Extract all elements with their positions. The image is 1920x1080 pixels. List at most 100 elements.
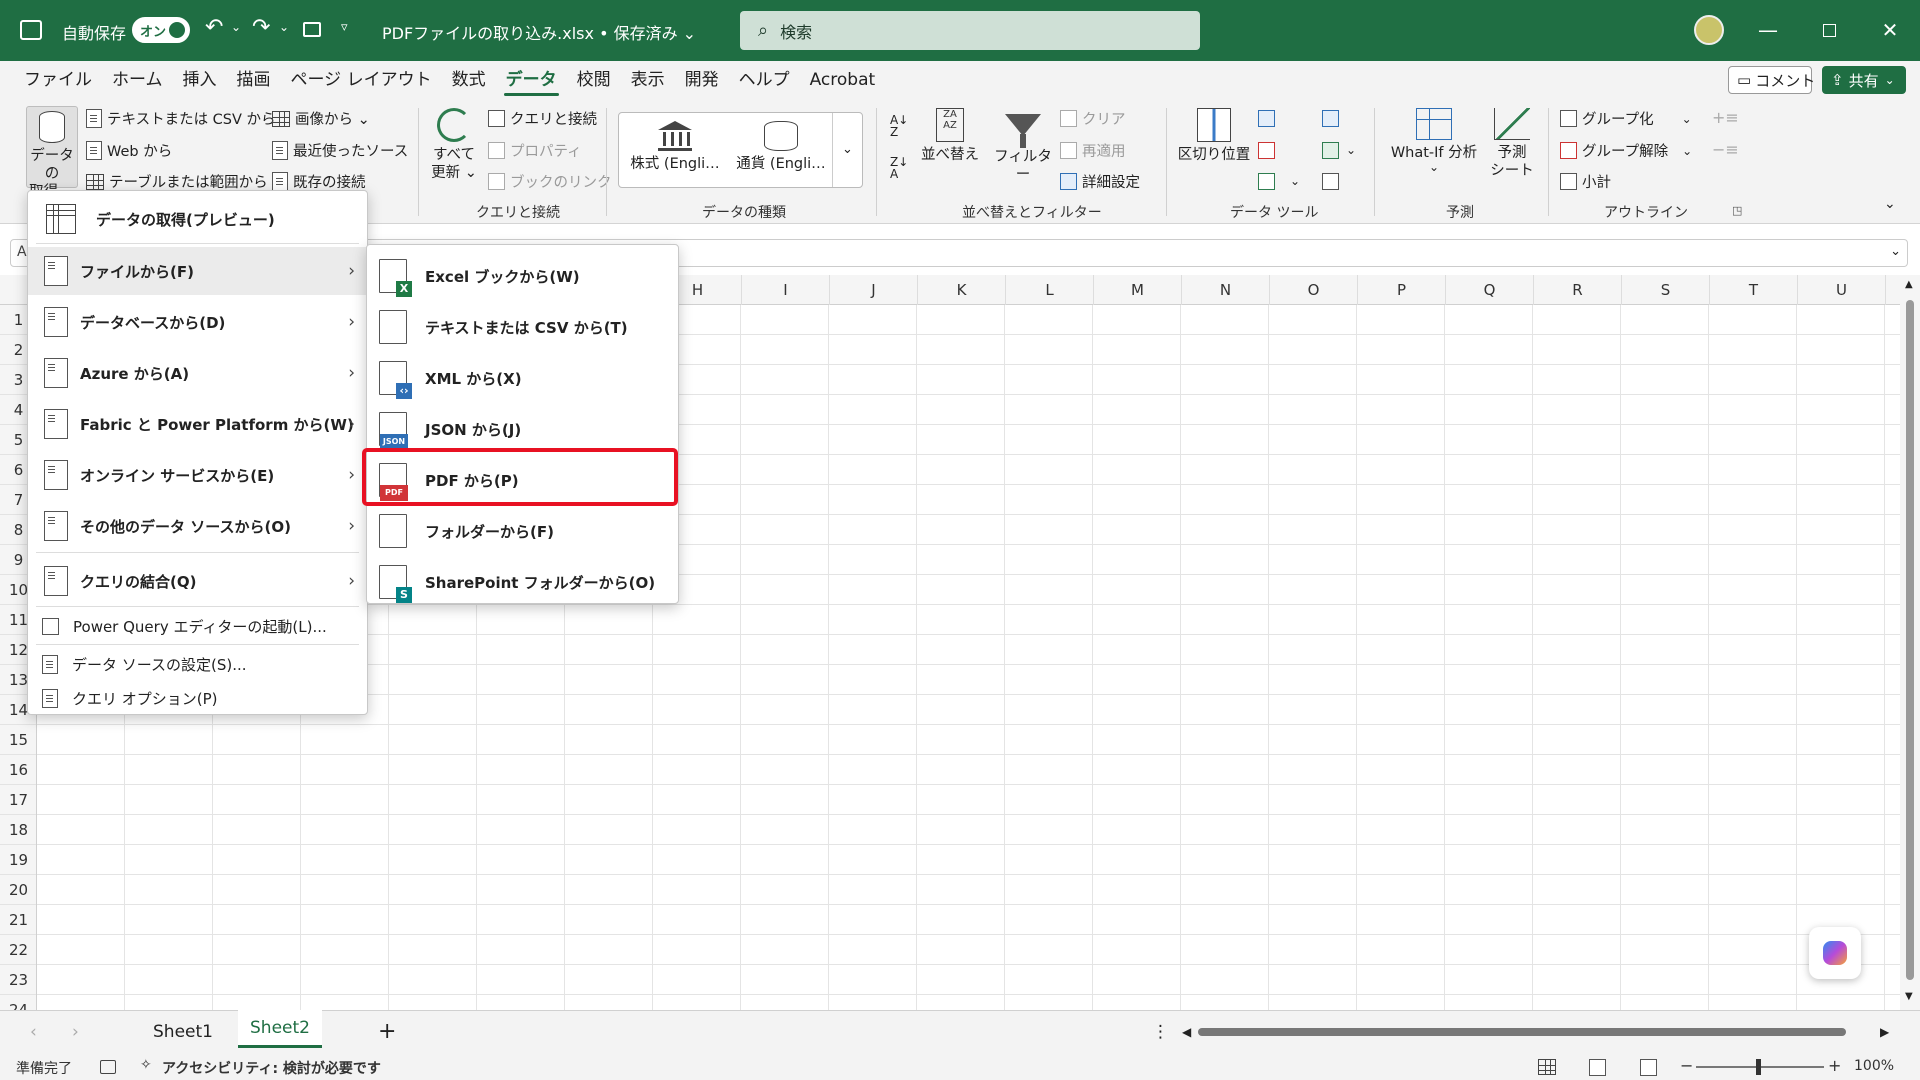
from-file-item-3[interactable]: JSON JSON から(J) — [367, 404, 678, 454]
sheet-tab-2[interactable]: Sheet2 — [238, 1010, 322, 1048]
currency-datatype-button[interactable]: 通貨 (Engli… — [731, 121, 831, 173]
horizontal-scroll-thumb[interactable] — [1198, 1028, 1846, 1036]
row-header[interactable]: 21 — [0, 905, 36, 935]
relationships-icon[interactable] — [1322, 142, 1339, 159]
from-file-item-2[interactable]: ‹› XML から(X) — [367, 353, 678, 403]
from-file-item-1[interactable]: テキストまたは CSV から(T) — [367, 302, 678, 352]
copilot-button[interactable] — [1809, 927, 1861, 979]
group-button[interactable]: グループ化 ⌄ — [1560, 108, 1692, 129]
subtotal-button[interactable]: 小計 — [1560, 171, 1611, 192]
get-data-item-5[interactable]: その他のデータ ソースから(O) › — [28, 502, 367, 550]
zoom-out-icon[interactable]: − — [1680, 1056, 1693, 1075]
power-query-editor-item[interactable]: Power Query エディターの起動(L)... — [28, 609, 367, 643]
tab-5[interactable]: 数式 — [442, 61, 496, 100]
flash-fill-icon[interactable] — [1258, 110, 1275, 127]
manage-data-model-icon[interactable] — [1322, 173, 1339, 190]
scroll-left-icon[interactable]: ◀ — [1182, 1010, 1191, 1054]
column-header[interactable]: K — [918, 275, 1006, 305]
undo-icon[interactable]: ↶ — [205, 15, 223, 40]
ungroup-button[interactable]: グループ解除 ⌄ — [1560, 140, 1692, 161]
forecast-sheet-button[interactable]: 予測 シート — [1488, 108, 1536, 180]
column-header[interactable]: Q — [1446, 275, 1534, 305]
search-box[interactable]: ⌕ 検索 — [740, 11, 1200, 50]
from-file-item-5[interactable]: フォルダーから(F) — [367, 506, 678, 556]
data-source-settings-item[interactable]: データ ソースの設定(S)... — [28, 647, 367, 681]
from-text-csv-button[interactable]: テキストまたは CSV から — [86, 108, 276, 129]
accessibility-status[interactable]: アクセシビリティ: 検討が必要です — [162, 1058, 381, 1078]
tab-8[interactable]: 表示 — [621, 61, 675, 100]
add-sheet-icon[interactable]: + — [378, 1010, 396, 1054]
get-data-item-1[interactable]: データベースから(D) › — [28, 298, 367, 346]
next-sheet-icon[interactable]: › — [72, 1010, 79, 1054]
redo-dropdown-icon[interactable]: ⌄ — [279, 20, 289, 34]
column-header[interactable]: R — [1534, 275, 1622, 305]
data-validation-dropdown-icon[interactable]: ⌄ — [1290, 174, 1300, 188]
avatar[interactable] — [1694, 15, 1724, 45]
zoom-level[interactable]: 100% — [1854, 1058, 1894, 1074]
column-header[interactable]: M — [1094, 275, 1182, 305]
normal-view-icon[interactable] — [1538, 1059, 1556, 1075]
from-file-item-0[interactable]: X Excel ブックから(W) — [367, 251, 678, 301]
row-header[interactable]: 24 — [0, 995, 36, 1010]
prev-sheet-icon[interactable]: ‹ — [30, 1010, 37, 1054]
scroll-down-icon[interactable]: ▼ — [1905, 991, 1913, 1002]
accessibility-icon[interactable]: ✧ — [140, 1057, 152, 1073]
data-validation-icon[interactable] — [1258, 173, 1275, 190]
name-box[interactable]: A — [17, 244, 27, 260]
comment-button[interactable]: ▭ コメント — [1728, 66, 1815, 94]
zoom-slider-thumb[interactable] — [1756, 1059, 1761, 1075]
sheet-tab-1[interactable]: Sheet1 — [153, 1010, 213, 1054]
remove-duplicates-icon[interactable] — [1258, 142, 1275, 159]
column-header[interactable]: P — [1358, 275, 1446, 305]
text-to-columns-button[interactable]: 区切り位置 — [1176, 108, 1252, 164]
workbook-links-button[interactable]: ブックのリンク — [488, 171, 612, 192]
zoom-in-icon[interactable]: + — [1828, 1056, 1841, 1075]
filter-button[interactable]: フィルター — [990, 108, 1056, 184]
get-data-item-6[interactable]: クエリの結合(Q) › — [28, 557, 367, 605]
customize-qat-icon[interactable]: ▿ — [341, 20, 348, 35]
column-header[interactable]: O — [1270, 275, 1358, 305]
get-data-item-4[interactable]: オンライン サービスから(E) › — [28, 451, 367, 499]
close-icon[interactable]: ✕ — [1874, 14, 1906, 46]
share-button[interactable]: ⇪ 共有 ⌄ — [1822, 66, 1906, 94]
excel-app-icon[interactable] — [20, 20, 42, 40]
scroll-right-icon[interactable]: ▶ — [1880, 1010, 1889, 1054]
relationships-dropdown-icon[interactable]: ⌄ — [1346, 143, 1356, 157]
whatif-analysis-button[interactable]: What-If 分析 ⌄ — [1384, 108, 1484, 173]
stocks-datatype-button[interactable]: 株式 (Engli… — [625, 121, 725, 173]
existing-connections-button[interactable]: 既存の接続 — [272, 171, 366, 192]
file-name[interactable]: PDFファイルの取り込み.xlsx • 保存済み ⌄ — [382, 20, 696, 44]
get-data-button[interactable]: データの 取得 ⌄ — [26, 106, 78, 200]
column-header[interactable]: T — [1710, 275, 1798, 305]
column-header[interactable]: S — [1622, 275, 1710, 305]
scroll-up-icon[interactable]: ▲ — [1905, 279, 1913, 290]
from-file-item-6[interactable]: S SharePoint フォルダーから(O) — [367, 557, 678, 607]
show-detail-icon[interactable]: +≡ — [1712, 108, 1739, 127]
tab-10[interactable]: ヘルプ — [729, 61, 800, 100]
tab-4[interactable]: ページ レイアウト — [281, 61, 442, 100]
tab-9[interactable]: 開発 — [675, 61, 729, 100]
row-header[interactable]: 17 — [0, 785, 36, 815]
menu-header-get-data[interactable]: データの取得(プレビュー) — [28, 197, 367, 241]
get-data-item-2[interactable]: Azure から(A) › — [28, 349, 367, 397]
screen-icon[interactable] — [303, 22, 321, 37]
from-picture-button[interactable]: 画像から ⌄ — [272, 108, 370, 129]
macro-record-icon[interactable] — [100, 1060, 116, 1074]
tab-11[interactable]: Acrobat — [800, 61, 886, 100]
tab-1[interactable]: ホーム — [102, 61, 173, 100]
recent-sources-button[interactable]: 最近使ったソース — [272, 140, 408, 161]
sort-ascending-button[interactable]: A↓ Z — [890, 114, 908, 138]
row-header[interactable]: 23 — [0, 965, 36, 995]
clear-filter-button[interactable]: クリア — [1060, 108, 1126, 129]
hide-detail-icon[interactable]: −≡ — [1712, 140, 1739, 159]
consolidate-icon[interactable] — [1322, 110, 1339, 127]
sort-button[interactable]: ZA AZ 並べ替え — [916, 108, 984, 164]
tab-2[interactable]: 挿入 — [173, 61, 227, 100]
tab-6[interactable]: データ — [496, 61, 567, 100]
column-header[interactable]: L — [1006, 275, 1094, 305]
tab-3[interactable]: 描画 — [227, 61, 281, 100]
from-web-button[interactable]: Web から — [86, 140, 172, 161]
minimize-icon[interactable]: — — [1752, 14, 1784, 46]
formula-expand-icon[interactable]: ⌄ — [1890, 244, 1901, 259]
properties-button[interactable]: プロパティ — [488, 140, 582, 161]
